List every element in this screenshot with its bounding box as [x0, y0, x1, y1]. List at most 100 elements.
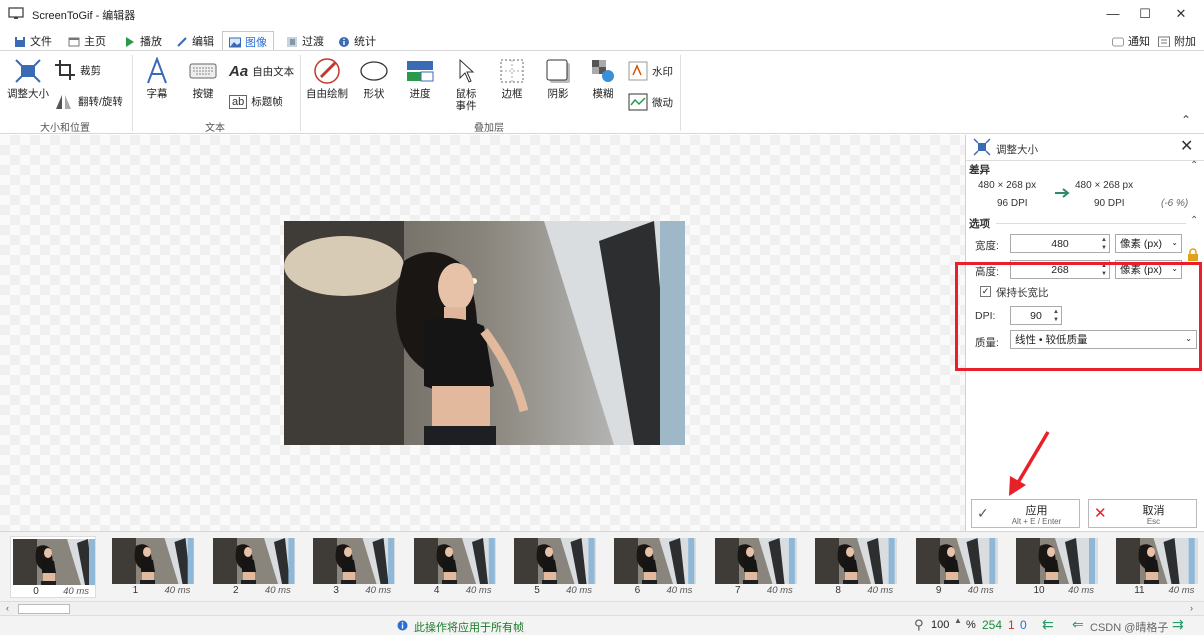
editor-canvas[interactable] [0, 135, 965, 531]
width-unit-select[interactable]: 像素 (px) ⌄ [1115, 234, 1182, 253]
width-spinner-icon[interactable]: ▲ ▼ [1101, 236, 1107, 252]
frame-thumbnail[interactable]: 0 40 ms [10, 536, 96, 598]
frame-number: 3 [333, 585, 339, 596]
watermark-button[interactable]: 水印 [628, 61, 673, 81]
selected-count: 1 [1008, 618, 1015, 632]
zoom-value[interactable]: 100 [931, 619, 949, 631]
collapse-options-icon[interactable]: ⌃ [1190, 215, 1198, 226]
lock-icon [1188, 248, 1198, 261]
flip-rotate-button[interactable]: 翻转/旋转 [54, 91, 123, 111]
cancel-button[interactable]: ✕ 取消 Esc [1088, 499, 1197, 528]
tab-play[interactable]: 播放 [118, 31, 168, 51]
crop-label: 裁剪 [80, 64, 101, 77]
frame-thumbnail[interactable]: 3 40 ms [311, 536, 397, 598]
watermark-label: 水印 [652, 65, 673, 78]
image-icon [229, 37, 241, 47]
frame-number: 2 [233, 585, 239, 596]
shape-button[interactable]: 形状 [356, 57, 392, 100]
divider [996, 223, 1186, 224]
last-frame-icon[interactable]: ⇉ [1172, 616, 1184, 633]
collapse-diff-icon[interactable]: ⌃ [1190, 160, 1198, 171]
width-value: 480 [1051, 237, 1069, 250]
frame-thumbnail[interactable]: 2 40 ms [211, 536, 297, 598]
frame-duration: 40 ms [666, 585, 693, 596]
blur-button[interactable]: 模糊 [585, 57, 621, 100]
notifications-button[interactable]: 通知 [1106, 31, 1156, 51]
title-frame-label: 标题帧 [251, 96, 283, 108]
watermark-text: CSDN @晴格子 [1090, 622, 1169, 634]
mouse-events-button[interactable]: 鼠标 事件 [448, 57, 484, 112]
red-arrow-icon [1009, 431, 1050, 496]
zoom-spinner-icon[interactable]: ▲ [954, 616, 962, 625]
progress-button[interactable]: 进度 [402, 57, 438, 100]
frame-thumbnail[interactable]: 6 40 ms [612, 536, 698, 598]
cancel-label: 取消 [1142, 505, 1165, 517]
shadow-icon [546, 59, 570, 83]
tab-transitions[interactable]: 过渡 [280, 31, 330, 51]
frame-thumbnail[interactable]: 1 40 ms [110, 536, 196, 598]
scrollbar-thumb[interactable] [18, 604, 70, 614]
tab-statistics[interactable]: 统计 [332, 31, 382, 51]
scroll-right-icon[interactable]: › [1190, 603, 1193, 613]
apply-button[interactable]: ✓ 应用 Alt + E / Enter [971, 499, 1080, 528]
frame-duration: 40 ms [967, 585, 994, 596]
original-size: 480 × 268 px [978, 180, 1037, 191]
panel-close-button[interactable]: ✕ [1180, 136, 1193, 156]
cinemagraph-icon [628, 93, 648, 111]
caption-button[interactable]: 字幕 [138, 57, 176, 100]
progress-icon [407, 61, 434, 82]
status-bar: 此操作将应用于所有帧 ⚲ 100 ▲ % 254 1 0 ⇇ ⇐ ⇉ CSDN … [0, 615, 1204, 635]
zoom-icon: ⚲ [914, 617, 924, 632]
frame-thumbnail[interactable]: 5 40 ms [512, 536, 598, 598]
cinemagraph-button[interactable]: 微动 [628, 92, 673, 112]
tab-edit[interactable]: 编辑 [170, 31, 220, 51]
frame-thumbnail[interactable]: 11 40 ms [1114, 536, 1200, 598]
title-frame-button[interactable]: ab 标题帧 [229, 94, 283, 109]
collapse-ribbon-icon[interactable]: ⌃ [1181, 113, 1191, 127]
previous-frame-icon[interactable]: ⇐ [1072, 616, 1084, 633]
first-frame-icon[interactable]: ⇇ [1042, 616, 1054, 633]
frame-thumbnail[interactable]: 8 40 ms [813, 536, 899, 598]
shadow-button[interactable]: 阴影 [540, 57, 576, 100]
notifications-label: 通知 [1128, 36, 1150, 48]
app-icon [8, 7, 24, 19]
frame-strip-scrollbar[interactable]: ‹ › [0, 601, 1204, 615]
options-header: 选项 [969, 218, 990, 230]
resize-button[interactable]: 调整大小 [5, 57, 51, 100]
keys-button[interactable]: 按键 [184, 57, 222, 100]
group-divider [300, 55, 301, 131]
title-frame-icon: ab [229, 94, 248, 109]
frame-thumbnail[interactable]: 9 40 ms [914, 536, 1000, 598]
frame-thumbnail[interactable]: 10 40 ms [1014, 536, 1100, 598]
save-icon [15, 36, 25, 47]
tab-image[interactable]: 图像 [222, 31, 274, 52]
tab-home[interactable]: 主页 [62, 31, 112, 51]
frame-thumbnail[interactable]: 7 40 ms [713, 536, 799, 598]
border-button[interactable]: 边框 [494, 57, 530, 100]
tab-file[interactable]: 文件 [8, 31, 58, 51]
extras-button[interactable]: 附加 [1152, 31, 1202, 51]
free-draw-button[interactable]: 自由绘制 [304, 57, 350, 100]
frame-number: 10 [1033, 585, 1045, 596]
new-size: 480 × 268 px [1075, 180, 1134, 191]
blur-icon [592, 60, 614, 82]
info-icon [397, 620, 408, 631]
crop-button[interactable]: 裁剪 [54, 59, 101, 81]
overlay-group-label: 叠加层 [474, 123, 504, 134]
scroll-left-icon[interactable]: ‹ [6, 603, 9, 613]
width-input[interactable]: 480 ▲ ▼ [1010, 234, 1110, 253]
arrow-right-icon [1055, 188, 1070, 198]
free-text-button[interactable]: Aa 自由文本 [229, 63, 294, 80]
close-button[interactable]: ✕ [1158, 0, 1204, 27]
free-draw-label: 自由绘制 [306, 88, 348, 100]
change-percent: (-6 %) [1161, 198, 1189, 209]
frame-thumbnail[interactable]: 4 40 ms [412, 536, 498, 598]
flip-rotate-label: 翻转/旋转 [78, 95, 123, 108]
frame-image [514, 538, 596, 584]
frame-number: 7 [735, 585, 741, 596]
frame-duration: 40 ms [566, 585, 592, 596]
frame-duration: 40 ms [164, 585, 191, 596]
cinemagraph-label: 微动 [652, 96, 673, 109]
ribbon-tabs: 文件 主页 播放 编辑 图像 过渡 统计 通知 附加 [0, 27, 1204, 52]
frame-image [413, 538, 496, 584]
